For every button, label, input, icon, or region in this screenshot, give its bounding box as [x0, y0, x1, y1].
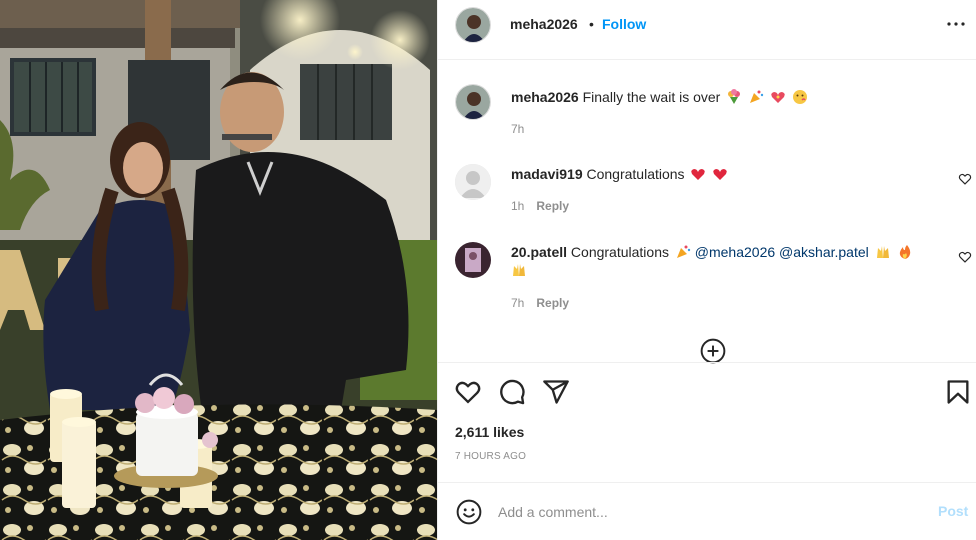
party-popper-emoji [750, 90, 764, 103]
raising-hands-emoji [513, 264, 525, 276]
post-comment-button[interactable]: Post [938, 503, 968, 519]
post-header: meha2026 • Follow [438, 0, 976, 60]
plus-circle-icon[interactable] [700, 338, 726, 364]
add-comment-bar: Post [438, 482, 976, 540]
author-username[interactable]: meha2026 [510, 16, 578, 32]
smiley-icon[interactable] [456, 499, 482, 525]
comment-text: Congratulations [570, 244, 669, 260]
raising-hands-emoji [876, 246, 889, 258]
share-icon[interactable] [542, 378, 570, 406]
default-avatar-icon[interactable] [455, 164, 491, 200]
comment-username[interactable]: meha2026 [511, 89, 579, 105]
author-avatar[interactable] [455, 7, 491, 43]
post-photo[interactable] [0, 0, 437, 540]
heart-icon[interactable] [454, 378, 482, 406]
action-bar [438, 362, 976, 420]
more-options-icon[interactable] [944, 12, 968, 36]
comment-time: 1h [511, 199, 525, 213]
follow-separator: • [589, 16, 594, 32]
comment-text: Finally the wait is over [582, 89, 721, 105]
bouquet-emoji [728, 89, 741, 104]
comments-list[interactable]: meha2026 Finally the wait is over 7h mad… [438, 61, 976, 361]
caption-avatar[interactable] [455, 84, 491, 120]
like-comment-heart-icon[interactable] [958, 250, 972, 264]
post-timestamp: 7 HOURS AGO [455, 451, 527, 462]
bookmark-icon[interactable] [944, 378, 972, 406]
kissing-face-emoji [792, 90, 807, 104]
comment-icon[interactable] [498, 378, 526, 406]
comment-username[interactable]: 20.patell [511, 244, 567, 260]
comment-time: 7h [511, 296, 525, 310]
like-comment-heart-icon[interactable] [958, 172, 972, 186]
comment-text: Congratulations [586, 166, 685, 182]
party-popper-emoji [676, 245, 691, 258]
mention-link[interactable]: @akshar.patel [779, 244, 869, 260]
commenter-avatar[interactable] [455, 242, 491, 278]
comment-username[interactable]: madavi919 [511, 166, 583, 182]
follow-button[interactable]: Follow [602, 16, 646, 32]
red-heart-emoji [691, 169, 706, 180]
comment-time: 7h [511, 122, 525, 136]
reply-button[interactable]: Reply [536, 199, 569, 213]
post-details-panel: meha2026 • Follow meha2026 Finally the w… [437, 0, 976, 540]
likes-count[interactable]: 2,611 likes [455, 424, 524, 440]
sparkling-heart-emoji [771, 92, 785, 103]
reply-button[interactable]: Reply [536, 296, 569, 310]
mention-link[interactable]: @meha2026 [695, 244, 775, 260]
post-image [0, 0, 437, 540]
red-heart-emoji [713, 169, 728, 180]
comment-input[interactable] [498, 501, 918, 523]
fire-emoji [899, 245, 910, 259]
